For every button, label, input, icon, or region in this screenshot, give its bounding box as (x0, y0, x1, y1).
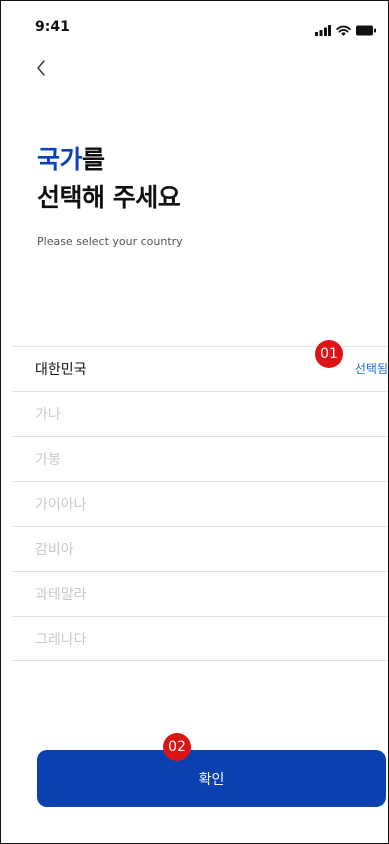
country-name: 감비아 (35, 542, 74, 558)
title-line-1: 국가를 (37, 141, 180, 179)
country-name: 가봉 (35, 452, 61, 468)
status-icons (315, 21, 376, 40)
page-title: 국가를 선택해 주세요 (37, 141, 181, 217)
annotation-marker-02: 02 (163, 733, 191, 761)
country-list: 대한민국 선택됨 가나 가봉 가이아나 감비아 과테말라 그레나다 (13, 346, 388, 661)
phone-screen: 9:41 국가를 선택해 주세요 Please select your coun… (0, 0, 389, 844)
title-line-2: 선택해 주세요 (37, 183, 181, 212)
country-item-gabon[interactable]: 가봉 (13, 436, 388, 481)
confirm-button[interactable]: 확인 (37, 750, 386, 807)
chevron-left-icon (35, 59, 47, 81)
status-bar: 9:41 (1, 1, 388, 51)
signal-icon (315, 21, 331, 40)
country-item-grenada[interactable]: 그레나다 (13, 616, 388, 661)
country-item-ghana[interactable]: 가나 (13, 391, 388, 436)
country-name: 대한민국 (35, 362, 87, 378)
country-item-guatemala[interactable]: 과테말라 (13, 571, 388, 616)
status-time: 9:41 (35, 19, 70, 35)
country-name: 가이아나 (35, 497, 87, 513)
selected-indicator: 선택됨 (354, 362, 388, 376)
back-button[interactable] (29, 58, 53, 82)
annotation-marker-01: 01 (315, 340, 343, 368)
country-item-gambia[interactable]: 감비아 (13, 526, 388, 571)
title-accent: 국가 (37, 145, 83, 174)
country-name: 가나 (35, 407, 61, 423)
country-item-guyana[interactable]: 가이아나 (13, 481, 388, 526)
wifi-icon (336, 21, 351, 40)
country-name: 그레나다 (35, 631, 87, 648)
battery-icon (356, 21, 376, 40)
page-subtitle: Please select your country (37, 235, 183, 248)
country-name: 과테말라 (35, 587, 87, 603)
title-suffix: 를 (82, 145, 105, 174)
